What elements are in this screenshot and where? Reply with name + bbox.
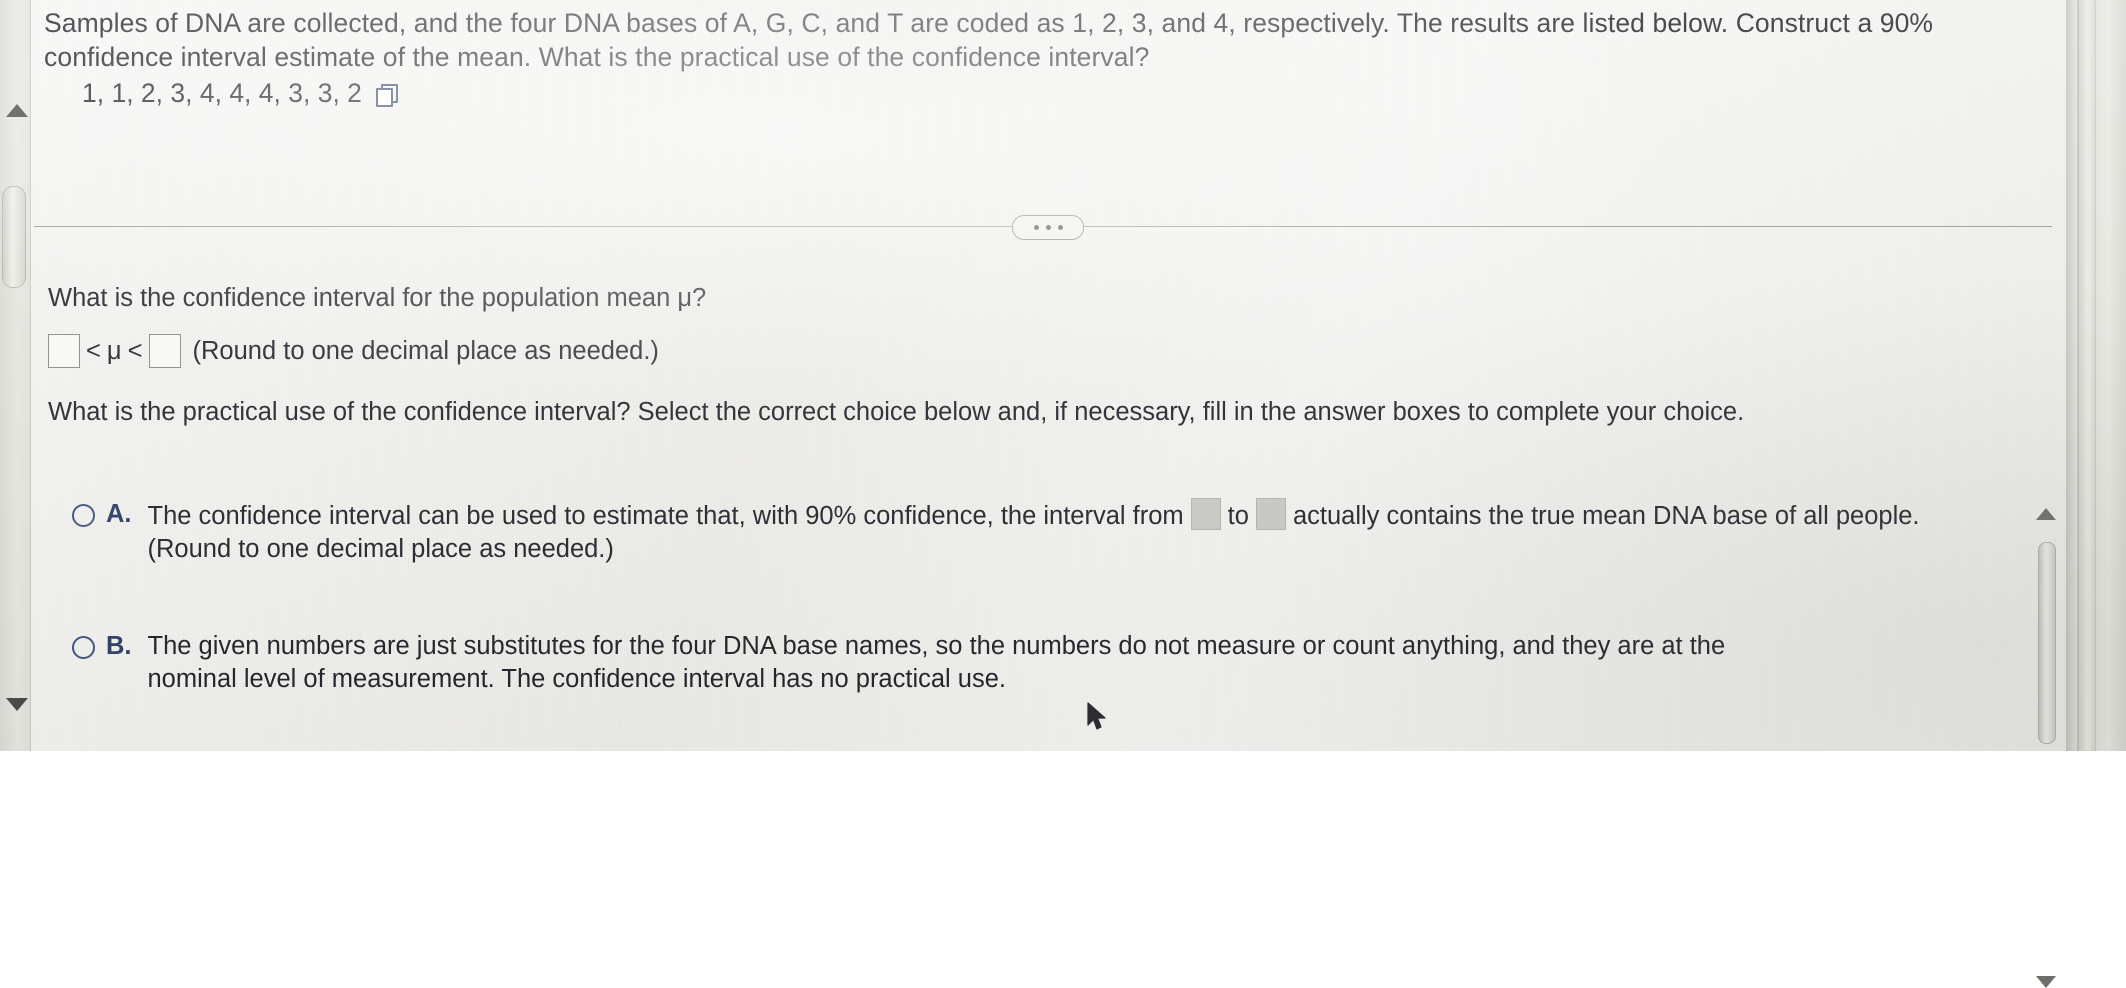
choice-b-text-line2: nominal level of measurement. The confid…: [147, 665, 1007, 693]
choice-letter-a: A.: [106, 500, 132, 528]
outer-right-frame-middle: [2078, 0, 2096, 751]
data-values: 1, 1, 2, 3, 4, 4, 4, 3, 3, 2: [82, 78, 362, 108]
choice-a-upper-bound-input[interactable]: [1255, 498, 1286, 530]
choice-a-body: The confidence interval can be used to e…: [148, 498, 1981, 566]
confidence-interval-entry-row: < μ < (Round to one decimal place as nee…: [48, 334, 659, 368]
screen-background: Samples of DNA are collected, and the fo…: [0, 0, 2126, 988]
copy-icon[interactable]: [375, 83, 398, 107]
less-than-operator-left: <: [86, 336, 101, 365]
inner-scroll-down-arrow[interactable]: [2036, 976, 2056, 988]
prompt-confidence-interval: What is the confidence interval for the …: [48, 284, 707, 312]
inner-scrollbar-thumb[interactable]: [2038, 542, 2056, 744]
choice-b-text-line1: The given numbers are just substitutes f…: [147, 632, 1726, 660]
choice-option-a[interactable]: A. The confidence interval can be used t…: [50, 498, 1980, 566]
inner-scrollbar[interactable]: [2034, 508, 2060, 988]
outer-right-frame-inner: [2066, 0, 2078, 751]
prompt-practical-use: What is the practical use of the confide…: [48, 398, 1745, 426]
answer-panel: What is the confidence interval for the …: [30, 250, 2066, 988]
outer-right-frame: [2095, 0, 2126, 751]
inner-scroll-up-arrow[interactable]: [2036, 508, 2056, 520]
ellipsis-dot-1: [1033, 225, 1039, 230]
radio-button-b[interactable]: [72, 636, 95, 659]
outer-scroll-down-arrow[interactable]: [6, 698, 28, 711]
question-stem: Samples of DNA are collected, and the fo…: [44, 8, 1934, 72]
choice-a-text-before-box1: The confidence interval can be used to e…: [147, 502, 1184, 530]
choice-b-body: The given numbers are just substitutes f…: [148, 630, 1981, 696]
choice-a-text-after: actually contains the true mean DNA base…: [1292, 502, 1920, 530]
choice-letter-b: B.: [106, 632, 132, 660]
copy-icon-front-sheet: [375, 87, 393, 107]
choice-a-rounding-hint: (Round to one decimal place as needed.): [147, 535, 614, 563]
mu-symbol: μ: [106, 336, 122, 365]
section-divider: [30, 215, 2066, 240]
choice-a-lower-bound-input[interactable]: [1190, 498, 1221, 530]
ellipsis-dot-2: [1045, 225, 1051, 230]
ellipsis-icon[interactable]: [1012, 215, 1084, 240]
data-values-row: 1, 1, 2, 3, 4, 4, 4, 3, 3, 2: [82, 78, 398, 109]
outer-scroll-up-arrow[interactable]: [6, 104, 28, 117]
interval-upper-bound-input[interactable]: [148, 334, 181, 368]
choice-a-text-between: to: [1227, 502, 1249, 530]
radio-button-a[interactable]: [72, 504, 95, 527]
mouse-pointer-icon: [1087, 702, 1106, 730]
rounding-hint: (Round to one decimal place as needed.): [192, 336, 659, 365]
question-content: Samples of DNA are collected, and the fo…: [30, 0, 2066, 988]
interval-lower-bound-input[interactable]: [48, 334, 80, 368]
less-than-operator-right: <: [127, 336, 143, 365]
choice-option-b[interactable]: B. The given numbers are just substitute…: [50, 630, 1980, 696]
outer-scrollbar-thumb[interactable]: [2, 186, 26, 288]
ellipsis-dot-3: [1057, 225, 1063, 230]
